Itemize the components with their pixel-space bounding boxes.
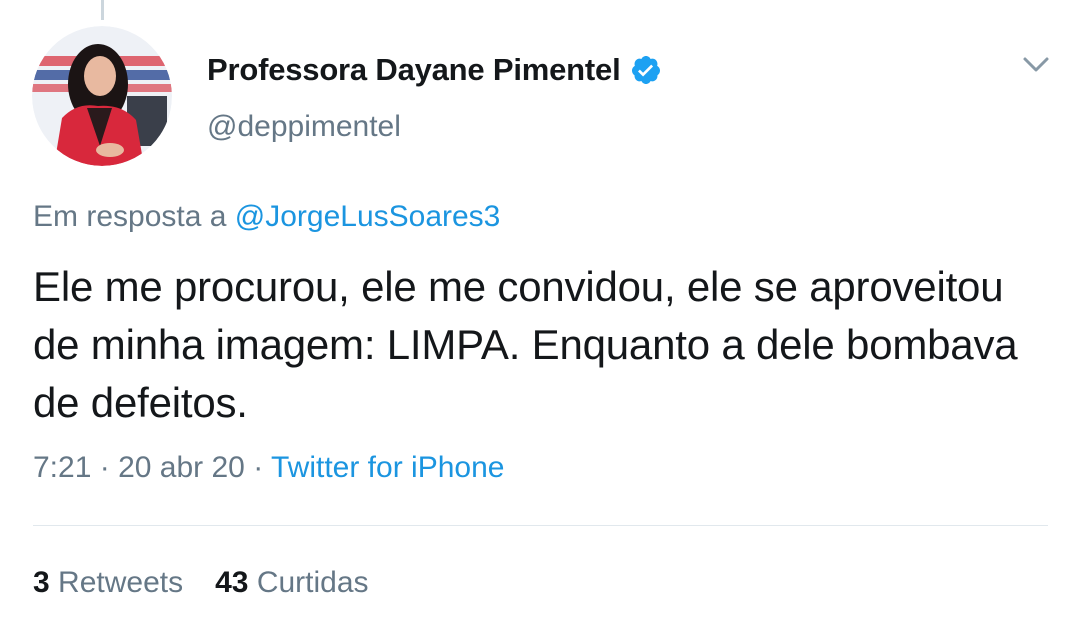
retweets-stat[interactable]: 3 Retweets [33,566,183,599]
tweet-detail: Professora Dayane Pimentel @deppimentel … [0,0,1066,637]
thread-connector-line [101,0,104,20]
verified-badge-icon [630,54,662,86]
likes-count: 43 [215,566,249,599]
author-handle[interactable]: @deppimentel [207,110,401,144]
retweets-label: Retweets [58,566,184,599]
reply-mention-link[interactable]: @JorgeLusSoares3 [235,200,501,233]
chevron-down-icon [1022,56,1050,79]
tweet-text: Ele me procurou, ele me convidou, ele se… [33,263,1018,426]
reply-context: Em resposta a @JorgeLusSoares3 [33,200,500,234]
meta-separator: · [99,451,110,484]
tweet-source-link[interactable]: Twitter for iPhone [271,451,504,484]
retweets-count: 3 [33,566,50,599]
avatar[interactable] [32,26,172,166]
meta-separator: · [253,451,264,484]
likes-stat[interactable]: 43 Curtidas [215,566,368,599]
author-display-name[interactable]: Professora Dayane Pimentel [207,52,621,88]
divider [33,525,1048,526]
likes-label: Curtidas [256,566,369,599]
tweet-meta: 7:21 · 20 abr 20 · Twitter for iPhone [33,451,504,485]
tweet-menu-button[interactable] [1016,52,1056,82]
tweet-time[interactable]: 7:21 [33,451,91,484]
tweet-stats: 3 Retweets 43 Curtidas [33,566,369,600]
author-name-row[interactable]: Professora Dayane Pimentel [207,50,662,90]
tweet-date[interactable]: 20 abr 20 [118,451,245,484]
reply-prefix: Em resposta a [33,200,227,233]
